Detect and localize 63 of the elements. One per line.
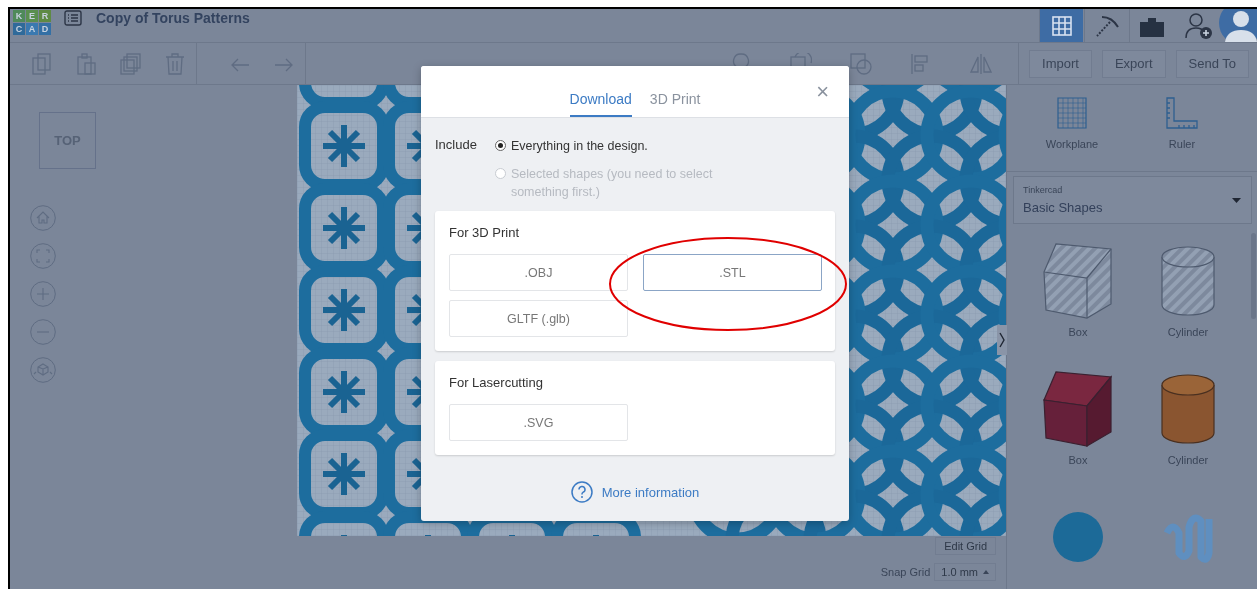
shape-label: Box bbox=[1068, 454, 1088, 466]
zoom-out-icon[interactable] bbox=[30, 319, 56, 345]
workplane-icon bbox=[1057, 97, 1087, 129]
library-dropdown[interactable]: Tinkercad Basic Shapes bbox=[1013, 176, 1252, 224]
section-title: For Lasercutting bbox=[449, 375, 544, 390]
help-icon[interactable] bbox=[570, 481, 593, 503]
workplane-tool[interactable]: Workplane bbox=[1017, 97, 1127, 171]
fit-view-icon[interactable] bbox=[30, 243, 56, 269]
shape-item[interactable]: Cylinder bbox=[1133, 368, 1243, 480]
grid-view-button[interactable] bbox=[1039, 9, 1083, 42]
avatar-icon[interactable] bbox=[1219, 9, 1257, 42]
library-source: Tinkercad bbox=[1023, 185, 1064, 195]
ruler-tool[interactable]: Ruler bbox=[1127, 97, 1237, 171]
shape-item[interactable]: Box bbox=[1023, 368, 1133, 480]
design-title: Copy of Torus Patterns bbox=[96, 9, 250, 26]
dialog-tab[interactable]: Download bbox=[569, 66, 632, 117]
trash-icon[interactable] bbox=[164, 52, 186, 75]
include-label: Include bbox=[435, 137, 477, 154]
shape-item[interactable]: Box bbox=[1023, 240, 1133, 352]
mirror-icon[interactable] bbox=[970, 52, 993, 75]
ruler-icon bbox=[1166, 97, 1198, 129]
dialog-tab[interactable]: 3D Print bbox=[649, 66, 701, 117]
shape-label: Cylinder bbox=[1167, 454, 1209, 466]
radio-label: Selected shapes (you need to select something first.) bbox=[510, 166, 714, 201]
group-icon[interactable] bbox=[850, 52, 873, 75]
grid-icon bbox=[1050, 14, 1073, 37]
shape-label: Cylinder bbox=[1167, 326, 1209, 338]
copy-icon[interactable] bbox=[32, 52, 54, 75]
cylinder-hole-shape-icon bbox=[1160, 245, 1216, 317]
home-icon[interactable] bbox=[30, 205, 56, 231]
toolbar-button[interactable]: Import bbox=[1029, 49, 1092, 78]
format-button[interactable]: .SVG bbox=[449, 404, 628, 441]
sphere-shape-icon bbox=[1052, 511, 1104, 563]
caret-icon bbox=[983, 570, 989, 574]
add-user-icon[interactable] bbox=[1185, 11, 1213, 40]
list-icon[interactable] bbox=[64, 9, 82, 26]
duplicate-icon[interactable] bbox=[120, 52, 142, 75]
chevron-right-icon bbox=[999, 332, 1005, 348]
perspective-icon[interactable] bbox=[30, 357, 56, 383]
format-button[interactable]: .STL bbox=[643, 254, 822, 291]
format-button[interactable]: GLTF (.glb) bbox=[449, 300, 628, 337]
logo[interactable]: K E R C A D bbox=[13, 10, 51, 35]
snap-grid-label: Snap Grid bbox=[880, 566, 931, 578]
paste-icon[interactable] bbox=[76, 52, 98, 75]
library-category: Basic Shapes bbox=[1023, 200, 1103, 215]
edit-grid-button[interactable]: Edit Grid bbox=[935, 537, 996, 555]
dropdown-caret-icon bbox=[1232, 197, 1241, 203]
box-shape-icon bbox=[1042, 370, 1114, 448]
shape-label: Box bbox=[1068, 326, 1088, 338]
radio-label: Everything in the design. bbox=[510, 138, 648, 155]
cylinder-shape-icon bbox=[1160, 373, 1216, 445]
radio-button[interactable] bbox=[494, 140, 506, 151]
more-information-link[interactable]: More information bbox=[601, 484, 700, 500]
format-button[interactable]: .OBJ bbox=[449, 254, 628, 291]
toolbar-button[interactable]: Export bbox=[1101, 49, 1166, 78]
close-button[interactable]: × bbox=[816, 81, 829, 103]
box-hole-shape-icon bbox=[1042, 242, 1114, 320]
snap-grid-dropdown[interactable]: 1.0 mm bbox=[934, 563, 996, 581]
shape-item[interactable]: Cylinder bbox=[1133, 240, 1243, 352]
collapse-handle[interactable] bbox=[997, 325, 1007, 355]
zoom-in-icon[interactable] bbox=[30, 281, 56, 307]
section-title: For 3D Print bbox=[449, 225, 521, 240]
toolbar-button[interactable]: Send To bbox=[1175, 49, 1249, 78]
